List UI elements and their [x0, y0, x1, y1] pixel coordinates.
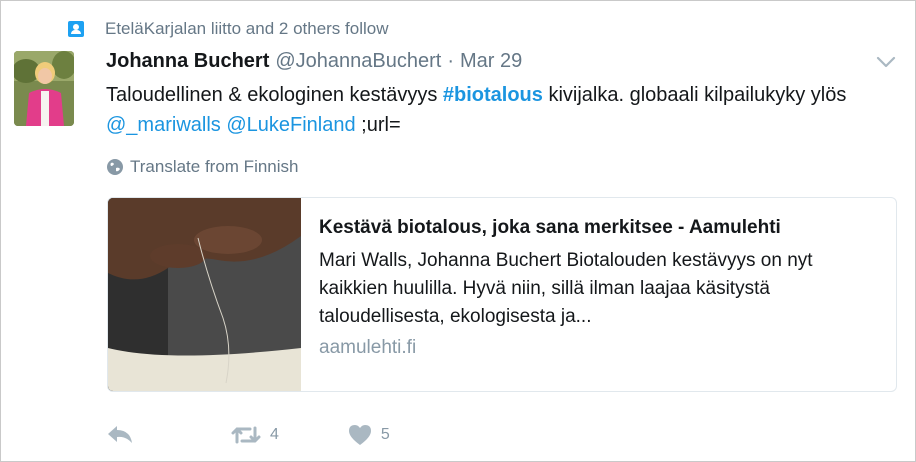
- reply-button[interactable]: [106, 424, 138, 446]
- follow-person-icon: [68, 21, 84, 37]
- author-name[interactable]: Johanna Buchert: [106, 50, 269, 73]
- author-handle[interactable]: @JohannaBuchert: [275, 50, 441, 73]
- translate-label[interactable]: Translate from Finnish: [130, 157, 298, 177]
- card-description: Mari Walls, Johanna Buchert Biotalouden …: [319, 250, 813, 327]
- reply-icon: [108, 426, 132, 443]
- tweet-actions: 4 5: [106, 420, 390, 450]
- social-context: EteläKarjalan liitto and 2 others follow: [68, 18, 389, 40]
- tweet-text: Taloudellinen & ekologinen kestävyys #bi…: [106, 80, 896, 140]
- translate-link[interactable]: Translate from Finnish: [106, 157, 298, 177]
- globe-icon: [107, 159, 123, 175]
- like-count: 5: [380, 426, 390, 443]
- link-card[interactable]: Kestävä biotalous, joka sana merkitsee -…: [107, 197, 897, 392]
- chevron-down-icon[interactable]: [874, 53, 898, 71]
- like-button[interactable]: 5: [347, 424, 390, 446]
- hashtag-link[interactable]: #biotalous: [443, 84, 543, 106]
- retweet-count: 4: [270, 426, 279, 443]
- tweet-header: Johanna Buchert @JohannaBuchert · Mar 29: [106, 50, 522, 76]
- avatar[interactable]: [14, 51, 74, 126]
- retweet-icon: [231, 426, 261, 444]
- mention-link[interactable]: @LukeFinland: [226, 114, 355, 136]
- social-context-text[interactable]: EteläKarjalan liitto and 2 others follow: [105, 19, 389, 39]
- heart-icon: [348, 425, 371, 445]
- header-separator: ·: [447, 50, 454, 72]
- tweet-date[interactable]: Mar 29: [460, 50, 522, 73]
- tweet-text-part: kivijalka. globaali kilpailukyky ylös: [542, 84, 847, 106]
- tweet-text-part: Taloudellinen & ekologinen kestävyys: [106, 84, 443, 106]
- card-domain: aamulehti.fi: [319, 337, 417, 358]
- mention-link[interactable]: @_mariwalls: [106, 114, 221, 136]
- retweet-button[interactable]: 4: [230, 424, 279, 446]
- card-title[interactable]: Kestävä biotalous, joka sana merkitsee -…: [319, 215, 879, 241]
- tweet-text-part: ;url=: [355, 114, 401, 136]
- card-image[interactable]: [108, 198, 301, 391]
